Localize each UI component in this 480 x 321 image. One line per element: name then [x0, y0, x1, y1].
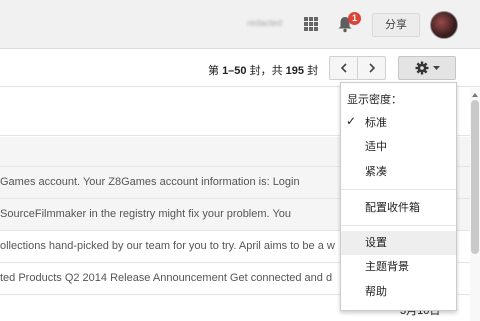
total-count: 195 — [285, 65, 305, 77]
email-snippet: ted Products Q2 2014 Release Announcemen… — [0, 272, 333, 284]
configure-inbox-item[interactable]: 配置收件箱 — [341, 196, 456, 220]
chevron-right-icon — [368, 63, 375, 73]
menu-divider — [341, 225, 456, 226]
scroll-up-arrow-icon[interactable] — [472, 93, 478, 97]
density-comfortable-item[interactable]: 适中 — [341, 135, 456, 159]
email-snippet: Games account. Your Z8Games account info… — [0, 176, 300, 188]
account-name[interactable]: redacted — [247, 18, 287, 29]
email-snippet: SourceFilmmaker in the registry might fi… — [0, 208, 292, 220]
menu-divider — [341, 189, 456, 190]
chevron-left-icon — [340, 63, 347, 73]
share-button[interactable]: 分享 — [372, 13, 420, 37]
density-standard-item[interactable]: ✓ 标准 — [341, 111, 456, 135]
email-snippet: ollections hand-picked by our team for y… — [0, 240, 335, 252]
settings-item[interactable]: 设置 — [341, 231, 456, 255]
older-page-button[interactable] — [357, 56, 386, 80]
density-heading: 显示密度： — [347, 94, 402, 106]
help-item[interactable]: 帮助 — [341, 280, 456, 304]
checkmark-icon: ✓ — [346, 114, 357, 128]
dropdown-caret-icon — [432, 66, 440, 70]
newer-page-button[interactable] — [329, 56, 358, 80]
avatar[interactable] — [430, 11, 458, 39]
page-range: 第 1–50 封，共 195 封 — [208, 65, 319, 77]
settings-menu: 显示密度： ✓ 标准 适中 紧凑 配置收件箱 设置 主题背景 帮助 — [340, 82, 457, 311]
apps-grid-icon[interactable] — [304, 17, 318, 31]
density-compact-item[interactable]: 紧凑 — [341, 160, 456, 184]
gear-icon — [415, 61, 428, 75]
scrollbar-thumb[interactable] — [471, 100, 479, 254]
range-value: 1–50 — [222, 65, 247, 77]
themes-item[interactable]: 主题背景 — [341, 255, 456, 279]
notification-count-badge: 1 — [348, 12, 361, 25]
settings-gear-button[interactable] — [398, 56, 456, 80]
